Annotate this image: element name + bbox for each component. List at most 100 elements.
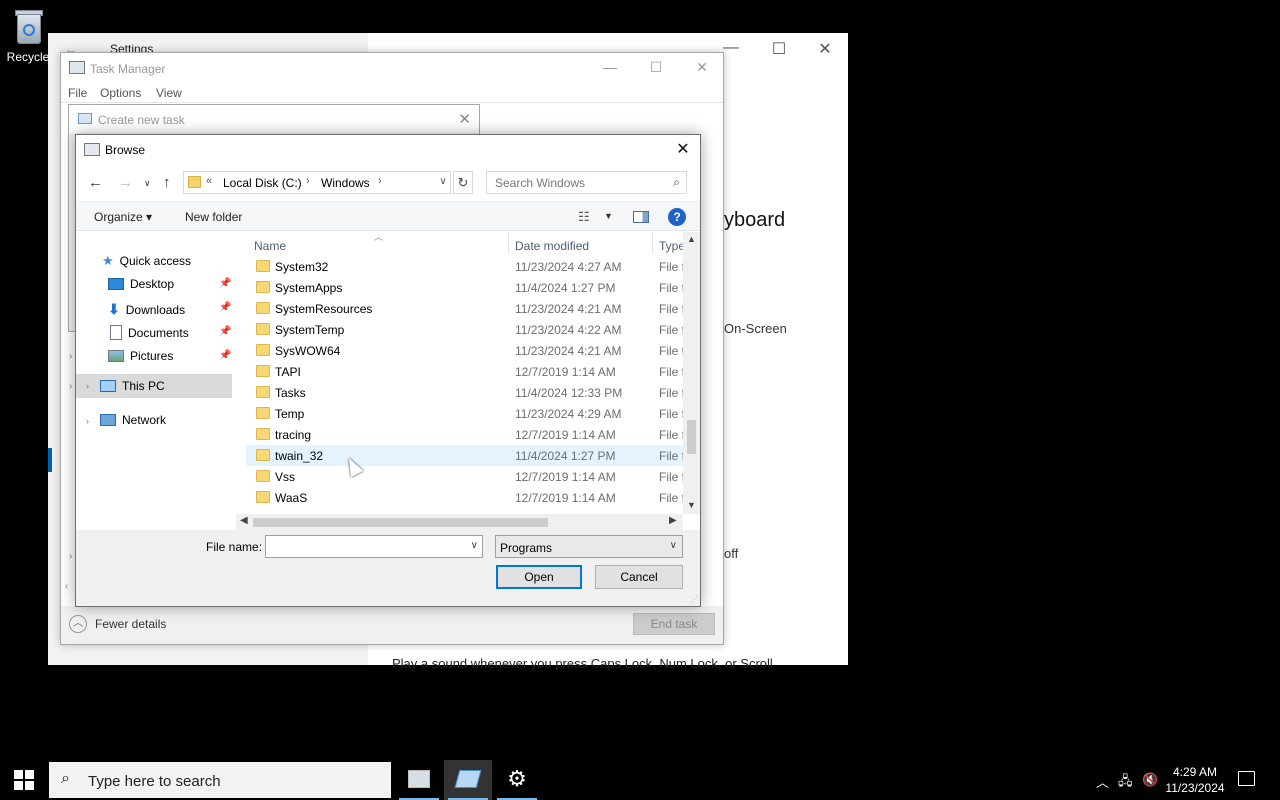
file-type: File f (659, 386, 686, 400)
nav-network[interactable]: Network (100, 413, 166, 427)
column-date-modified[interactable]: Date modified (515, 239, 589, 253)
taskbar-run-dialog[interactable] (444, 760, 492, 800)
menu-view[interactable]: View (156, 86, 182, 100)
table-row[interactable]: SystemApps 11/4/2024 1:27 PM File f (246, 277, 686, 298)
file-date: 12/7/2019 1:14 AM (515, 365, 616, 379)
windows-start-icon[interactable] (14, 770, 34, 790)
scroll-left-icon[interactable]: ◀ (240, 515, 248, 526)
scroll-down-icon[interactable]: ▼ (687, 500, 696, 510)
scrollbar-thumb[interactable] (253, 518, 548, 527)
new-folder-button[interactable]: New folder (185, 210, 242, 224)
network-icon[interactable]: 🖧 (1118, 772, 1133, 794)
scrollbar-thumb[interactable] (687, 420, 696, 454)
taskbar-task-manager[interactable] (395, 760, 443, 800)
table-row[interactable]: Tasks 11/4/2024 12:33 PM File f (246, 382, 686, 403)
file-list: Name ︿ Date modified Type System32 11/23/… (246, 232, 700, 528)
column-name[interactable]: Name (254, 239, 286, 253)
taskbar-settings[interactable]: ⚙ (493, 760, 541, 800)
table-row[interactable]: WaaS 12/7/2019 1:14 AM File f (246, 487, 686, 508)
close-icon[interactable]: ✕ (802, 39, 848, 59)
forward-arrow-icon[interactable]: → (118, 174, 133, 191)
chevron-up-icon[interactable]: ︿ (1096, 772, 1109, 791)
nav-pictures[interactable]: Pictures (108, 349, 173, 363)
navigation-bar: ← → ∨ ↑ « Local Disk (C:) › Windows › ∨ … (76, 165, 700, 201)
nav-documents[interactable]: Documents (110, 325, 189, 340)
taskbar-search-box[interactable]: ⌕ Type here to search (49, 762, 391, 798)
file-name: Vss (275, 470, 296, 484)
taskbar-search-placeholder: Type here to search (88, 773, 221, 790)
nav-downloads[interactable]: ⬇ Downloads (108, 301, 185, 318)
expand-arrow-icon[interactable]: › (69, 381, 72, 392)
maximize-icon[interactable]: ☐ (633, 59, 679, 76)
chevron-down-icon[interactable]: ▼ (604, 211, 613, 221)
scroll-up-icon[interactable]: ▲ (687, 234, 696, 244)
notification-icon[interactable] (1238, 771, 1255, 786)
chevron-down-icon[interactable]: ∨ (434, 171, 452, 194)
nav-label: Pictures (130, 349, 174, 363)
table-row[interactable]: tracing 12/7/2019 1:14 AM File f (246, 424, 686, 445)
taskbar-clock[interactable]: 4:29 AM 11/23/2024 (1160, 764, 1230, 796)
settings-heading: yboard (724, 209, 786, 231)
preview-pane-icon[interactable] (633, 211, 649, 223)
fewer-details-button[interactable]: ︿ Fewer details (69, 615, 166, 633)
refresh-icon[interactable]: ↻ (453, 171, 473, 194)
table-row[interactable]: SystemResources 11/23/2024 4:21 AM File f (246, 298, 686, 319)
help-icon[interactable]: ? (668, 208, 686, 226)
browse-titlebar[interactable]: Browse ✕ (76, 135, 700, 165)
open-button[interactable]: Open (496, 565, 582, 589)
close-icon[interactable]: ✕ (679, 59, 725, 76)
scroll-right-icon[interactable]: ▶ (669, 515, 677, 526)
recent-locations-icon[interactable]: ∨ (144, 178, 151, 189)
up-arrow-icon[interactable]: ↑ (163, 174, 171, 191)
maximize-icon[interactable]: ☐ (756, 39, 802, 59)
table-row[interactable]: Vss 12/7/2019 1:14 AM File f (246, 466, 686, 487)
create-task-titlebar[interactable]: Create new task ✕ (69, 105, 479, 133)
file-type-select[interactable]: Programs ∨ (495, 535, 683, 558)
breadcrumb-windows[interactable]: Windows (321, 176, 370, 190)
resize-grip-icon[interactable]: ⋰ (690, 595, 698, 604)
expand-arrow-icon[interactable]: › (86, 416, 89, 426)
nav-desktop[interactable]: Desktop (108, 277, 174, 291)
breadcrumb-overflow[interactable]: « (206, 175, 212, 187)
breadcrumb-local-disk[interactable]: Local Disk (C:) (223, 176, 302, 190)
chevron-right-icon[interactable]: › (378, 175, 382, 187)
chevron-down-icon[interactable]: ∨ (471, 540, 478, 551)
scroll-left-icon[interactable]: ‹ (65, 581, 68, 592)
table-row[interactable]: TAPI 12/7/2019 1:14 AM File f (246, 361, 686, 382)
table-row[interactable]: Temp 11/23/2024 4:29 AM File f (246, 403, 686, 424)
horizontal-scrollbar[interactable]: ◀ ▶ (236, 514, 683, 530)
cancel-button[interactable]: Cancel (595, 565, 683, 589)
address-bar[interactable]: « Local Disk (C:) › Windows › (183, 171, 451, 194)
expand-arrow-icon[interactable]: › (69, 351, 72, 362)
expand-arrow-icon[interactable]: › (69, 551, 72, 562)
search-input[interactable]: Search Windows ⌕ (486, 171, 687, 194)
nav-quick-access[interactable]: ★ Quick access (102, 253, 191, 269)
close-icon[interactable]: ✕ (458, 110, 471, 128)
pin-icon: 📌 (219, 302, 232, 313)
close-icon[interactable]: ✕ (672, 139, 694, 159)
organize-button[interactable]: Organize ▾ (94, 210, 152, 224)
menu-file[interactable]: File (68, 86, 87, 100)
volume-muted-icon[interactable]: 🔇 (1142, 772, 1158, 788)
menu-options[interactable]: Options (100, 86, 141, 100)
table-row[interactable]: SystemTemp 11/23/2024 4:22 AM File f (246, 319, 686, 340)
task-manager-titlebar[interactable]: Task Manager — ☐ ✕ (61, 53, 723, 83)
column-type[interactable]: Type (659, 239, 685, 253)
browse-body: ★ Quick access Desktop 📌 ⬇ Downloads 📌 D… (76, 232, 700, 528)
end-task-button[interactable]: End task (633, 613, 715, 635)
back-arrow-icon[interactable]: ← (88, 174, 103, 191)
expand-arrow-icon[interactable]: › (86, 381, 89, 391)
nav-this-pc[interactable]: This PC (76, 374, 232, 398)
file-type: File f (659, 260, 686, 274)
view-options-icon[interactable]: ☷ (578, 209, 590, 225)
column-divider[interactable] (508, 232, 509, 254)
vertical-scrollbar[interactable]: ▲ ▼ (683, 232, 700, 514)
run-icon (78, 113, 92, 124)
column-divider[interactable] (652, 232, 653, 254)
file-date: 12/7/2019 1:14 AM (515, 470, 616, 484)
table-row[interactable]: SysWOW64 11/23/2024 4:21 AM File f (246, 340, 686, 361)
file-name-input[interactable]: ∨ (265, 535, 483, 558)
table-row[interactable]: twain_32 11/4/2024 1:27 PM File f (246, 445, 686, 466)
table-row[interactable]: System32 11/23/2024 4:27 AM File f (246, 256, 686, 277)
minimize-icon[interactable]: — (587, 59, 633, 75)
